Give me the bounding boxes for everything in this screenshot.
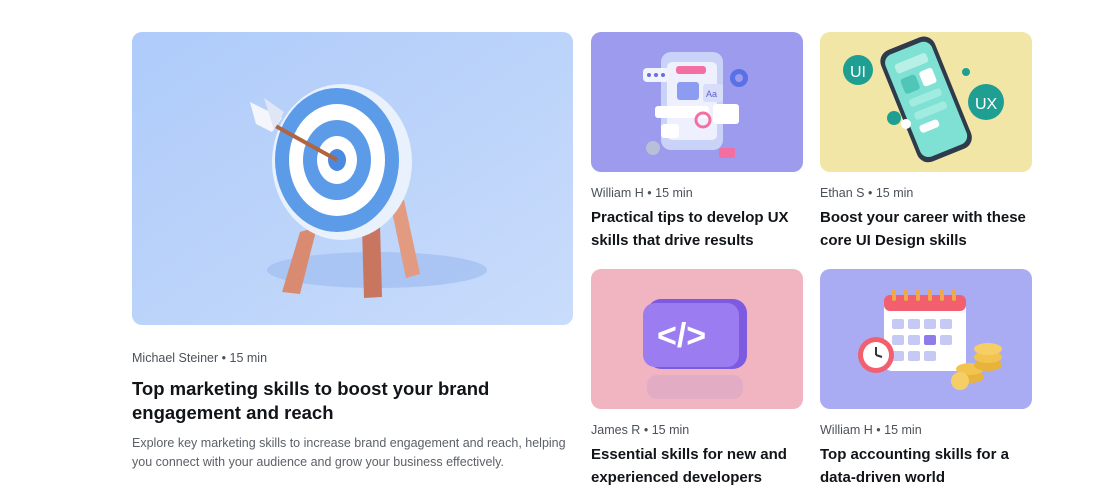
read-time: 15 min (651, 423, 690, 437)
code-glyph: </> (657, 317, 706, 355)
article-card[interactable]: William H • 15 min Top accounting skills… (820, 269, 1032, 489)
author-name: Michael Steiner (132, 351, 219, 365)
read-time: 15 min (884, 423, 922, 437)
svg-text:UX: UX (975, 96, 998, 113)
featured-article-card[interactable]: Michael Steiner • 15 min Top marketing s… (132, 32, 573, 492)
author-name: Ethan S (820, 186, 865, 200)
article-meta: William H • 15 min (820, 423, 922, 437)
article-card[interactable]: UI UX Ethan S • 15 min Boost your career… (820, 32, 1032, 252)
read-time: 15 min (875, 186, 914, 200)
article-title[interactable]: Top accounting skills for a data-driven … (820, 443, 1032, 489)
calendar-illustration (820, 269, 1032, 409)
article-meta: James R • 15 min (591, 423, 689, 437)
ux-illustration: Aa (591, 32, 803, 172)
read-time: 15 min (655, 186, 693, 200)
article-title[interactable]: Top marketing skills to boost your brand… (132, 377, 572, 425)
article-description: Explore key marketing skills to increase… (132, 436, 566, 469)
article-title[interactable]: Practical tips to develop UX skills that… (591, 206, 803, 252)
read-time: 15 min (229, 351, 268, 365)
author-name: James R (591, 423, 641, 437)
article-title[interactable]: Boost your career with these core UI Des… (820, 206, 1032, 252)
svg-text:Aa: Aa (706, 89, 717, 99)
meta-separator: • (221, 351, 227, 365)
article-card[interactable]: </> James R • 15 min Essential skills fo… (591, 269, 803, 489)
phone-illustration: UI UX (820, 32, 1032, 172)
meta-separator: • (867, 186, 873, 200)
article-meta: Michael Steiner • 15 min (132, 351, 267, 365)
target-illustration (132, 32, 573, 325)
article-meta: William H • 15 min (591, 186, 693, 200)
article-title[interactable]: Essential skills for new and experienced… (591, 443, 803, 489)
article-meta: Ethan S • 15 min (820, 186, 913, 200)
svg-text:UI: UI (850, 64, 866, 81)
meta-separator: • (647, 186, 652, 200)
author-name: William H (820, 423, 873, 437)
article-card[interactable]: Aa William H • 15 min Practical tips to … (591, 32, 803, 252)
meta-separator: • (643, 423, 649, 437)
author-name: William H (591, 186, 644, 200)
code-illustration: </> (591, 269, 803, 409)
meta-separator: • (876, 423, 881, 437)
